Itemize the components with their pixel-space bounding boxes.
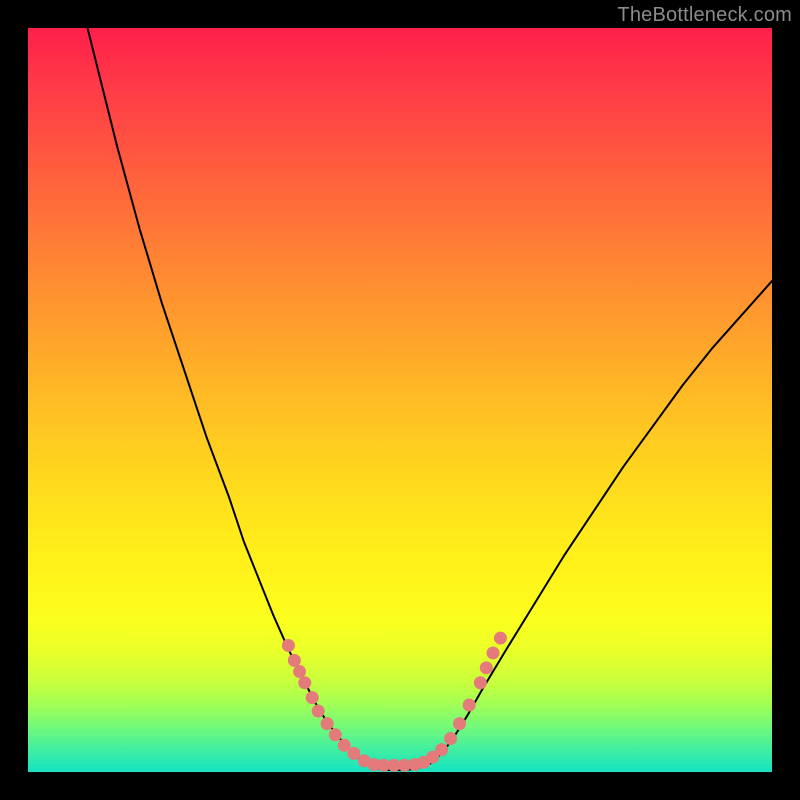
chart-svg xyxy=(28,28,772,772)
data-point xyxy=(329,728,342,741)
data-point xyxy=(298,676,311,689)
data-point xyxy=(453,717,466,730)
data-points xyxy=(282,632,507,772)
data-point xyxy=(282,639,295,652)
bottleneck-curve xyxy=(88,28,772,770)
data-point xyxy=(444,732,457,745)
data-point xyxy=(306,691,319,704)
data-point xyxy=(480,661,493,674)
data-point xyxy=(293,665,306,678)
data-point xyxy=(435,743,448,756)
watermark-text: TheBottleneck.com xyxy=(617,4,792,27)
plot-area xyxy=(28,28,772,772)
data-point xyxy=(347,747,360,760)
data-point xyxy=(487,646,500,659)
data-point xyxy=(288,654,301,667)
data-point xyxy=(494,632,507,645)
data-point xyxy=(321,717,334,730)
data-point xyxy=(312,704,325,717)
data-point xyxy=(463,699,476,712)
data-point xyxy=(474,676,487,689)
curve-group xyxy=(88,28,772,770)
chart-frame: TheBottleneck.com xyxy=(0,0,800,800)
